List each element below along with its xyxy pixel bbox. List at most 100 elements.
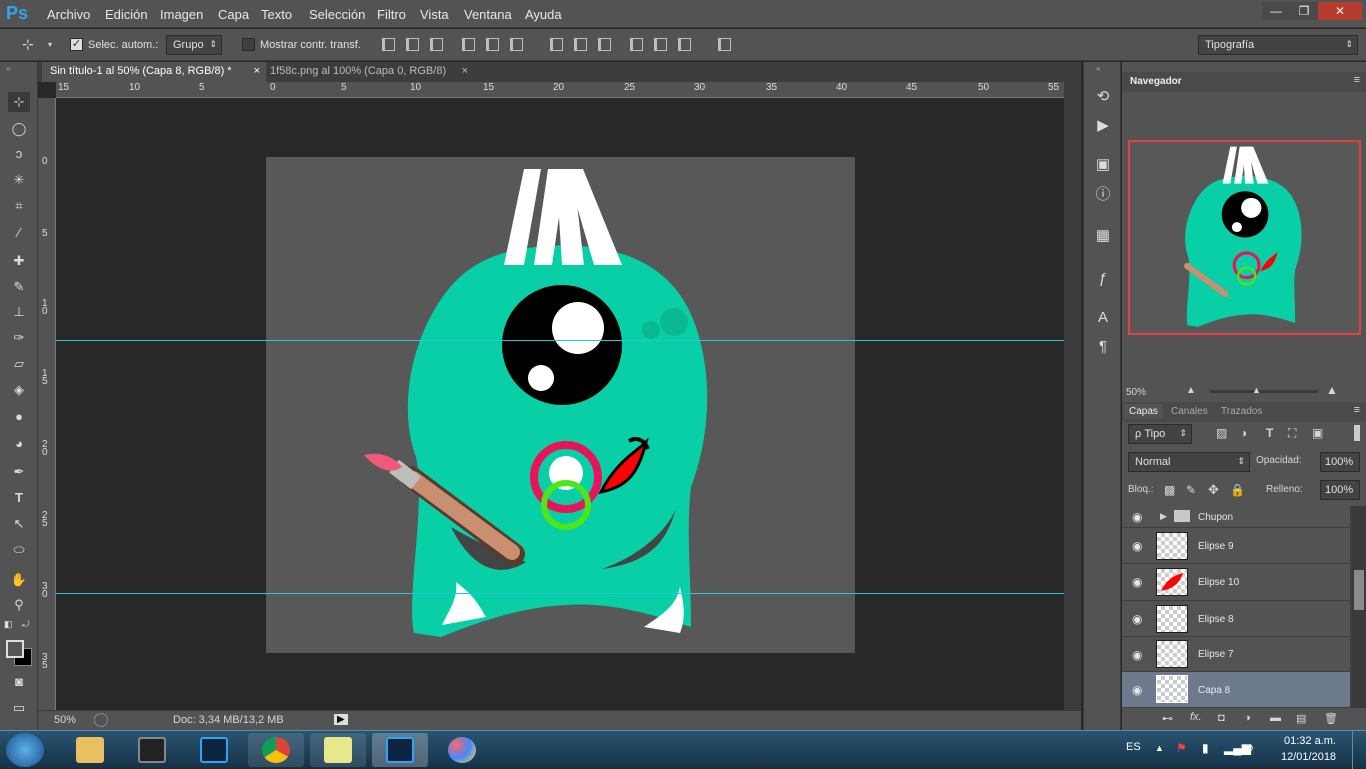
history-icon[interactable]: ⟲ [1092, 86, 1114, 108]
tray-arrow-icon[interactable]: ▲ [1155, 743, 1164, 753]
guide-line[interactable] [56, 593, 1064, 594]
move-tool-icon[interactable]: ⊹ [8, 92, 30, 112]
layer-name[interactable]: Elipse 7 [1198, 649, 1234, 660]
brush-icon[interactable]: ✎ [8, 277, 30, 297]
menu-ayuda[interactable]: Ayuda [525, 7, 562, 22]
eye-icon[interactable]: ◉ [1132, 575, 1142, 589]
clock-time[interactable]: 01:32 a.m. [1284, 735, 1336, 747]
navigator-zoom-slider[interactable] [1210, 390, 1318, 393]
opacity-input[interactable]: 100% [1320, 452, 1360, 472]
filter-toggle[interactable] [1354, 425, 1360, 441]
menu-filtro[interactable]: Filtro [377, 7, 406, 22]
volume-icon[interactable]: ♪ [1248, 740, 1255, 755]
clock-date[interactable]: 12/01/2018 [1281, 751, 1336, 763]
tab-canales[interactable]: Canales [1166, 404, 1213, 419]
auto-select-checkbox[interactable]: ✓ [70, 38, 83, 51]
align-bottom-icon[interactable] [430, 38, 443, 51]
canvas-area[interactable] [56, 98, 1064, 710]
chevron-down-icon[interactable]: ▾ [48, 40, 52, 49]
auto-align-icon[interactable] [718, 38, 731, 51]
distribute-top-icon[interactable] [550, 38, 563, 51]
clone-stamp-icon[interactable]: ⊥ [8, 302, 30, 322]
tab-close-icon[interactable]: × [462, 65, 468, 77]
styles-fx-icon[interactable]: ƒ [1092, 268, 1114, 290]
document-canvas[interactable] [266, 157, 855, 653]
layer-row-elipse10[interactable]: ◉ Elipse 10 [1122, 564, 1350, 601]
menu-ventana[interactable]: Ventana [464, 7, 512, 22]
navigator-zoom[interactable]: 50% [1126, 387, 1146, 398]
tray-flag-icon[interactable]: ⚑ [1176, 741, 1187, 755]
taskbar-photoshop[interactable] [186, 733, 242, 767]
layer-row-elipse8[interactable]: ◉ Elipse 8 [1122, 601, 1350, 637]
start-button[interactable] [6, 733, 44, 767]
move-tool-icon[interactable]: ⊹ [22, 36, 34, 53]
taskbar-video[interactable] [124, 733, 180, 767]
close-button[interactable]: ✕ [1318, 2, 1362, 20]
paragraph-icon[interactable]: ¶ [1092, 336, 1114, 358]
ellipse-shape-icon[interactable]: ⬭ [8, 540, 30, 560]
align-left-icon[interactable] [462, 38, 475, 51]
menu-capa[interactable]: Capa [218, 7, 249, 22]
distribute-left-icon[interactable] [630, 38, 643, 51]
lock-position-icon[interactable]: ✥ [1208, 482, 1219, 498]
zoom-in-icon[interactable]: ▲ [1326, 383, 1338, 397]
filter-shape-icon[interactable]: ⛶ [1288, 426, 1296, 441]
adjustment-layer-icon[interactable]: ◑ [1244, 712, 1251, 724]
swatches-icon[interactable]: ▦ [1092, 225, 1114, 247]
menu-edicion[interactable]: Edición [105, 7, 148, 22]
taskbar-sticky-notes[interactable] [310, 733, 366, 767]
minimize-button[interactable]: — [1262, 2, 1290, 20]
magic-wand-icon[interactable]: ✳ [8, 170, 30, 190]
menu-archivo[interactable]: Archivo [47, 7, 90, 22]
language-indicator[interactable]: ES [1126, 741, 1141, 753]
distribute-bottom-icon[interactable] [598, 38, 611, 51]
eraser-icon[interactable]: ▱ [8, 354, 30, 374]
collapse-icon[interactable]: « [1096, 64, 1100, 73]
navigator-title[interactable]: Navegador [1130, 76, 1182, 87]
filter-image-icon[interactable]: ▨ [1216, 426, 1227, 440]
layers-scrollbar[interactable] [1352, 506, 1366, 708]
maximize-button[interactable]: ❐ [1290, 2, 1318, 20]
lock-transparency-icon[interactable]: ▩ [1164, 483, 1175, 497]
menu-seleccion[interactable]: Selección [309, 7, 365, 22]
collapse-icon[interactable]: » [6, 64, 10, 73]
signal-icon[interactable]: ▂▄▆ [1224, 741, 1251, 755]
filter-smart-icon[interactable]: ▣ [1312, 426, 1323, 440]
eye-icon[interactable]: ◉ [1132, 510, 1142, 524]
menu-imagen[interactable]: Imagen [160, 7, 203, 22]
panel-menu-icon[interactable]: ≡ [1354, 74, 1360, 86]
battery-icon[interactable]: ▮ [1202, 741, 1209, 755]
align-vcenter-icon[interactable] [406, 38, 419, 51]
blend-mode-select[interactable]: Normal ⇕ [1128, 452, 1250, 472]
hand-icon[interactable]: ✋ [8, 570, 30, 590]
group-select[interactable]: Grupo ⇕ [166, 35, 222, 55]
layer-row-elipse9[interactable]: ◉ Elipse 9 [1122, 528, 1350, 564]
taskbar-explorer[interactable] [62, 733, 118, 767]
tab-close-icon[interactable]: × [254, 65, 260, 77]
add-mask-icon[interactable]: ◘ [1218, 712, 1225, 724]
layer-row-elipse7[interactable]: ◉ Elipse 7 [1122, 637, 1350, 672]
info-icon[interactable]: ⓘ [1092, 184, 1114, 206]
elliptical-marquee-icon[interactable]: ◯ [8, 119, 30, 139]
layer-row-capa8[interactable]: ◉ Capa 8 [1122, 672, 1350, 708]
distribute-hcenter-icon[interactable] [654, 38, 667, 51]
layer-row-chupon[interactable]: ◉ ▶ Chupon [1122, 506, 1350, 528]
trash-icon[interactable]: 🗑 [1324, 712, 1338, 725]
type-tool-icon[interactable]: T [8, 488, 30, 508]
show-transform-checkbox[interactable] [242, 38, 255, 51]
canvas-scrollbar[interactable] [1064, 82, 1081, 710]
eye-icon[interactable]: ◉ [1132, 683, 1142, 697]
filter-adjust-icon[interactable]: ◑ [1240, 426, 1247, 440]
filter-type-icon[interactable]: T [1266, 426, 1273, 440]
new-group-icon[interactable]: ▬ [1270, 712, 1281, 724]
lasso-icon[interactable]: ↄ [8, 144, 30, 164]
align-right-icon[interactable] [510, 38, 523, 51]
tab-1f58c[interactable]: 1f58c.png al 100% (Capa 0, RGB/8) × [262, 62, 472, 82]
tab-sin-titulo[interactable]: Sin título-1 al 50% (Capa 8, RGB/8) * × [42, 62, 266, 82]
fx-icon[interactable]: fx. [1190, 711, 1202, 723]
layer-comps-icon[interactable]: ▣ [1092, 154, 1114, 176]
taskbar-paint[interactable] [434, 733, 490, 767]
menu-vista[interactable]: Vista [420, 7, 449, 22]
eye-icon[interactable]: ◉ [1132, 539, 1142, 553]
paint-bucket-icon[interactable]: ◈ [8, 380, 30, 400]
